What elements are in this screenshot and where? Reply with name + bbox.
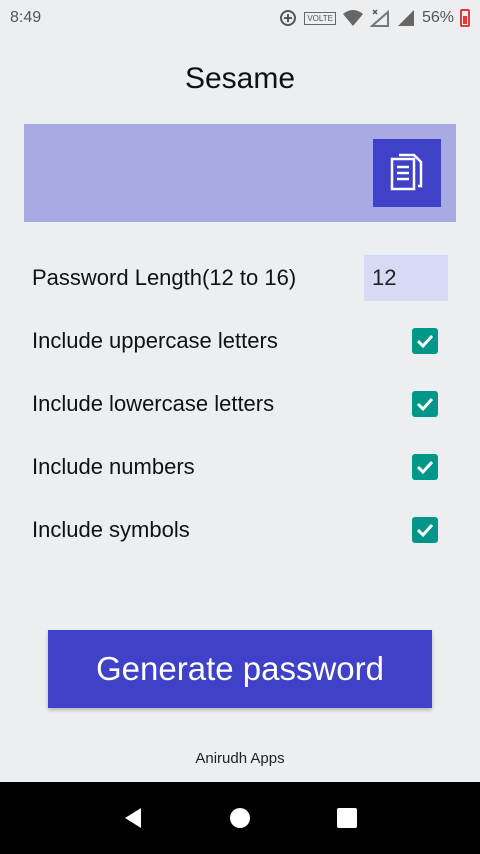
signal-icon: [397, 10, 414, 26]
option-uppercase-label: Include uppercase letters: [32, 328, 278, 353]
data-saver-icon: [280, 10, 297, 26]
footer-credit: Anirudh Apps: [195, 750, 285, 767]
check-icon: [416, 460, 434, 475]
lowercase-checkbox[interactable]: [412, 391, 438, 417]
length-input[interactable]: [364, 255, 448, 301]
option-symbols-label: Include symbols: [32, 517, 190, 542]
uppercase-checkbox[interactable]: [412, 328, 438, 354]
option-numbers: Include numbers: [32, 444, 448, 490]
copy-button[interactable]: [373, 139, 441, 207]
numbers-checkbox[interactable]: [412, 454, 438, 480]
check-icon: [416, 397, 434, 412]
option-uppercase: Include uppercase letters: [32, 318, 448, 364]
signal-noservice-icon: [369, 9, 389, 27]
status-time: 8:49: [10, 9, 42, 26]
recents-icon[interactable]: [335, 806, 359, 830]
check-icon: [416, 523, 434, 538]
wifi-icon: [342, 10, 363, 26]
option-numbers-label: Include numbers: [32, 454, 195, 479]
battery-percent: 56%: [421, 9, 454, 26]
option-lowercase: Include lowercase letters: [32, 381, 448, 427]
check-icon: [416, 334, 434, 349]
battery-icon: [460, 9, 470, 27]
volte-icon: VOLTE: [304, 11, 336, 25]
status-bar: 8:49 VOLTE 56%: [0, 0, 480, 36]
option-lowercase-label: Include lowercase letters: [32, 391, 275, 416]
length-row: Password Length(12 to 16): [32, 255, 448, 301]
back-icon[interactable]: [121, 806, 145, 830]
password-output: [24, 124, 456, 222]
generate-password-button[interactable]: Generate password: [48, 630, 432, 708]
copy-document-icon: [390, 153, 423, 191]
length-label: Password Length(12 to 16): [32, 265, 297, 290]
option-symbols: Include symbols: [32, 507, 448, 553]
symbols-checkbox[interactable]: [412, 517, 438, 543]
status-icons: VOLTE 56%: [278, 8, 470, 28]
home-icon[interactable]: [228, 806, 252, 830]
app-title: Sesame: [184, 62, 296, 95]
system-nav-bar: [0, 782, 480, 854]
